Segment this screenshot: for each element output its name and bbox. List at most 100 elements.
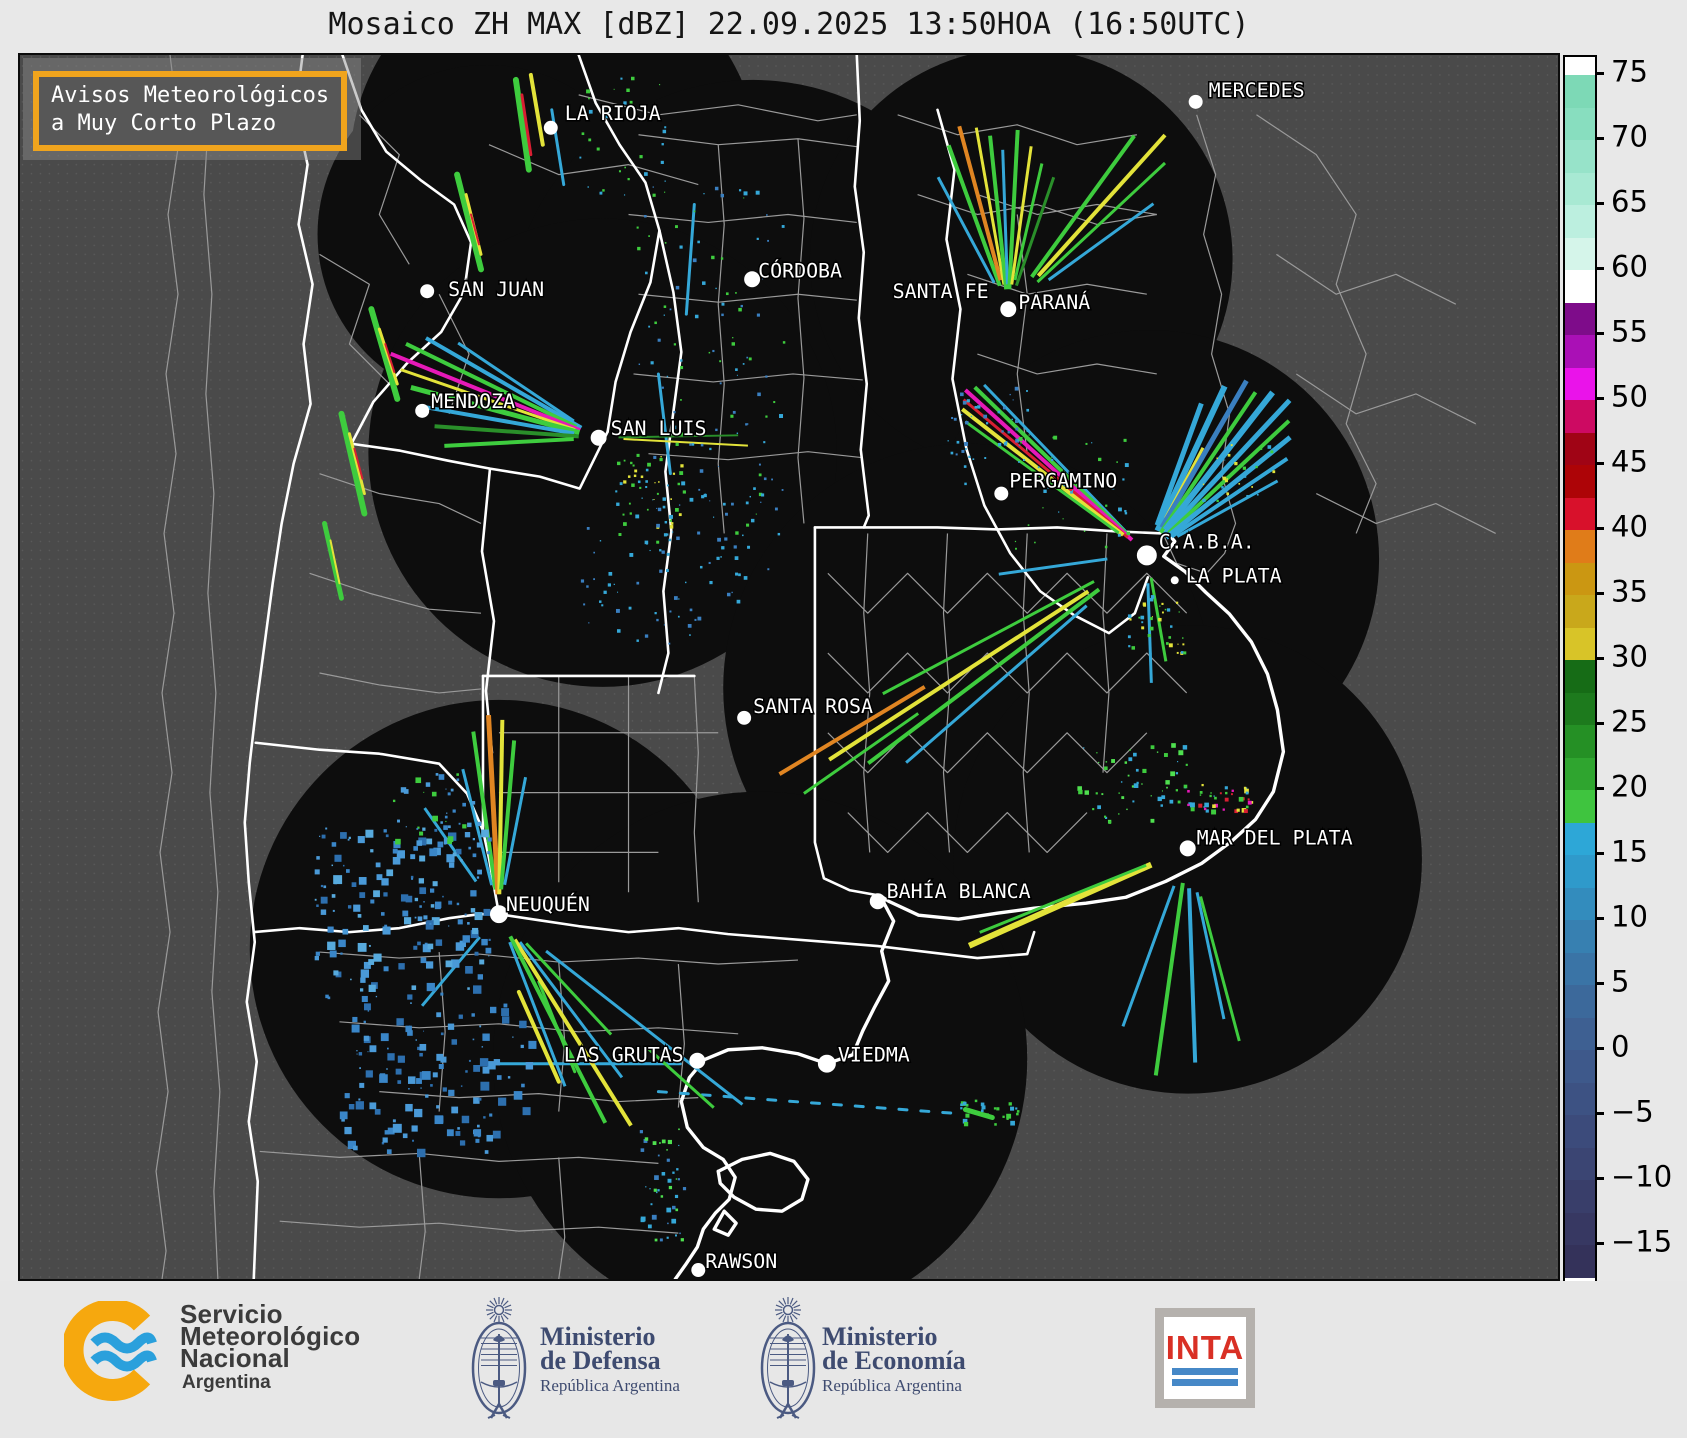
echo-speck: [602, 189, 605, 192]
colorbar-tick: [1595, 137, 1604, 140]
echo-speck: [773, 401, 776, 404]
echo-speck: [437, 841, 444, 848]
echo-speck: [477, 869, 482, 875]
echo-speck: [415, 777, 422, 784]
echo-speck: [419, 831, 424, 836]
echo-speck: [680, 359, 683, 362]
colorbar-tick: [1595, 982, 1604, 985]
echo-speck: [416, 840, 423, 846]
colorbar-segment: [1565, 237, 1595, 270]
echo-speck: [656, 492, 659, 495]
echo-speck: [402, 1133, 408, 1139]
echo-speck: [1010, 1120, 1015, 1126]
echo-speck: [663, 624, 666, 626]
echo-speck: [1170, 643, 1173, 646]
echo-speck: [732, 337, 734, 339]
echo-speck: [1006, 1117, 1009, 1120]
echo-speck: [403, 917, 412, 925]
colorbar-tick: [1595, 72, 1604, 75]
echo-speck: [416, 1148, 426, 1158]
echo-speck: [613, 583, 615, 585]
echo-speck: [395, 838, 401, 845]
echo-speck: [448, 825, 451, 829]
echo-speck: [327, 941, 336, 950]
echo-speck: [1165, 642, 1169, 645]
echo-speck: [1009, 393, 1011, 396]
echo-speck: [407, 1030, 413, 1036]
echo-speck: [588, 97, 590, 100]
echo-speck: [1016, 1110, 1020, 1113]
echo-speck: [1177, 800, 1181, 804]
echo-speck: [1166, 608, 1171, 612]
echo-speck: [479, 1025, 482, 1028]
echo-speck: [675, 442, 679, 446]
colorbar-segment: [1565, 725, 1595, 758]
echo-speck: [669, 610, 672, 613]
city-label: C.A.B.A.: [1159, 530, 1255, 553]
echo-speck: [386, 869, 394, 877]
echo-speck: [457, 1127, 460, 1130]
echo-speck: [657, 338, 661, 342]
echo-speck: [375, 995, 378, 998]
echo-speck: [460, 859, 463, 862]
echo-speck: [636, 639, 639, 642]
city-label: SANTA ROSA: [753, 695, 873, 718]
echo-speck: [457, 919, 463, 925]
echo-speck: [624, 166, 626, 169]
echo-speck: [736, 432, 739, 434]
echo-speck: [488, 955, 490, 957]
echo-speck: [761, 493, 765, 497]
echo-speck: [1187, 789, 1190, 793]
echo-speck: [1001, 430, 1004, 433]
echo-speck: [464, 832, 471, 838]
echo-speck: [1222, 808, 1225, 811]
echo-speck: [1012, 399, 1014, 401]
echo-speck: [983, 414, 988, 419]
echo-speck: [720, 193, 725, 198]
short-term-warnings-banner[interactable]: Avisos Meteorológicos a Muy Corto Plazo: [33, 71, 348, 151]
echo-speck: [664, 521, 668, 524]
echo-speck: [593, 578, 596, 581]
echo-speck: [647, 1224, 652, 1229]
echo-speck: [435, 939, 443, 946]
echo-speck: [666, 1158, 670, 1162]
echo-speck: [479, 1058, 489, 1067]
colorbar-segment: [1565, 660, 1595, 693]
echo-speck: [1183, 651, 1187, 655]
echo-speck: [489, 1113, 493, 1117]
echo-speck: [656, 507, 658, 509]
echo-speck: [678, 504, 681, 506]
echo-speck: [660, 456, 662, 458]
echo-speck: [626, 88, 630, 93]
echo-speck: [323, 885, 327, 889]
echo-speck: [1108, 820, 1112, 824]
colorbar-tick: [1595, 527, 1604, 530]
echo-speck: [644, 634, 649, 638]
echo-speck: [654, 1175, 659, 1180]
echo-speck: [965, 420, 969, 425]
echo-speck: [370, 849, 374, 853]
echo-speck: [423, 915, 428, 920]
echo-speck: [620, 77, 623, 80]
echo-speck: [1216, 499, 1219, 503]
echo-speck: [487, 851, 491, 855]
echo-speck: [314, 955, 319, 961]
echo-speck: [425, 1094, 429, 1098]
colorbar-segment: [1565, 757, 1595, 790]
echo-speck: [353, 904, 361, 912]
echo-speck: [363, 1003, 371, 1011]
echo-speck: [350, 978, 352, 981]
echo-speck: [471, 801, 476, 805]
echo-speck: [663, 314, 665, 316]
echo-speck: [468, 846, 472, 850]
echo-speck: [1245, 805, 1249, 809]
echo-speck: [447, 792, 451, 796]
echo-speck: [1171, 743, 1176, 748]
echo-speck: [671, 1218, 677, 1224]
echo-speck: [670, 498, 673, 500]
echo-speck: [691, 443, 695, 446]
echo-speck: [410, 854, 416, 860]
echo-speck: [451, 1106, 459, 1114]
defensa-coat-of-arms-icon: [471, 1297, 527, 1419]
echo-speck: [656, 1191, 658, 1194]
